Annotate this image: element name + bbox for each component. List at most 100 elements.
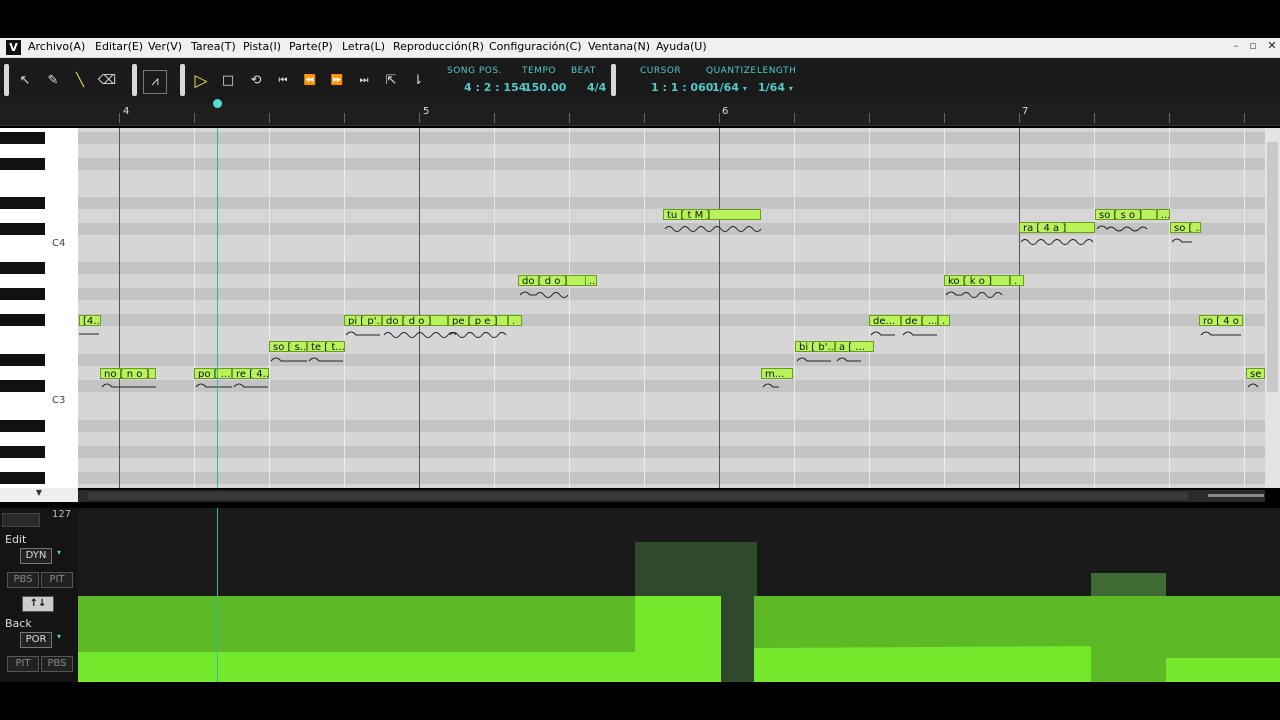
zoom-slider[interactable] bbox=[1208, 494, 1264, 497]
vibrato-line bbox=[1096, 225, 1148, 232]
vibrato-tool-icon[interactable]: ⩘ bbox=[143, 70, 167, 94]
length-label: LENGTH bbox=[757, 66, 797, 76]
eraser-tool-icon[interactable]: ⌫ bbox=[96, 70, 118, 92]
ruler-tick bbox=[569, 113, 570, 123]
black-key[interactable] bbox=[0, 262, 45, 274]
scrollbar-thumb[interactable] bbox=[1267, 142, 1278, 392]
rewind-icon[interactable]: ⏪ bbox=[299, 70, 321, 92]
menu-pista[interactable]: Pista(I) bbox=[243, 40, 281, 53]
go-to-start-icon[interactable]: ⏮ bbox=[272, 70, 294, 92]
back-pit-button[interactable]: PIT bbox=[7, 656, 39, 672]
black-key[interactable] bbox=[0, 158, 45, 170]
vibrato-line bbox=[383, 332, 457, 338]
vertical-scrollbar[interactable] bbox=[1265, 128, 1280, 488]
beat-value[interactable]: 4/4 bbox=[587, 81, 606, 94]
playhead-line bbox=[217, 508, 218, 682]
menu-parte[interactable]: Parte(P) bbox=[289, 40, 333, 53]
menu-ver[interactable]: Ver(V) bbox=[148, 40, 182, 53]
ruler-tick bbox=[119, 113, 120, 123]
black-key[interactable] bbox=[0, 132, 45, 144]
restore-icon[interactable]: ▫ bbox=[1245, 39, 1261, 52]
ruler-tick bbox=[1244, 113, 1245, 123]
tempo-value[interactable]: 150.00 bbox=[524, 81, 566, 94]
menu-letra[interactable]: Letra(L) bbox=[342, 40, 385, 53]
back-param-select[interactable]: POR bbox=[20, 632, 52, 648]
length-select[interactable]: 1/64 ▾ bbox=[758, 81, 793, 94]
vibrato-line bbox=[270, 357, 307, 362]
chevron-down-icon[interactable]: ▾ bbox=[57, 632, 61, 641]
menu-ayuda[interactable]: Ayuda(U) bbox=[656, 40, 707, 53]
line-tool-icon[interactable]: ╲ bbox=[69, 70, 91, 92]
horizontal-scrollbar[interactable] bbox=[78, 490, 1265, 502]
key-label-c3: C3 bbox=[52, 395, 66, 406]
edit-param-select[interactable]: DYN bbox=[20, 548, 52, 564]
keyboard-scroll-chevron-down-icon[interactable]: ▼ bbox=[0, 488, 78, 502]
menu-tarea[interactable]: Tarea(T) bbox=[191, 40, 236, 53]
vibrato-line bbox=[449, 332, 507, 338]
punch-icon[interactable]: ⇂ bbox=[407, 70, 429, 92]
bar-number: 7 bbox=[1022, 106, 1029, 117]
key-label-c4: C4 bbox=[52, 238, 66, 249]
black-key[interactable] bbox=[0, 446, 45, 458]
back-pbs-button[interactable]: PBS bbox=[41, 656, 73, 672]
vibrato-line bbox=[762, 383, 779, 388]
quantize-select[interactable]: 1/64 ▾ bbox=[712, 81, 747, 94]
playhead-handle[interactable] bbox=[213, 99, 222, 108]
toolbar-separator bbox=[180, 64, 185, 96]
stop-icon[interactable]: □ bbox=[217, 70, 239, 92]
black-key[interactable] bbox=[0, 288, 45, 300]
black-key[interactable] bbox=[0, 314, 45, 326]
scrollbar-thumb[interactable] bbox=[88, 492, 1188, 500]
bar-number: 4 bbox=[123, 106, 130, 117]
menu-archivo[interactable]: Archivo(A) bbox=[28, 40, 85, 53]
black-key[interactable] bbox=[0, 380, 45, 392]
piano-keyboard[interactable]: C4 C3 bbox=[0, 128, 78, 488]
ruler-tick bbox=[794, 113, 795, 123]
loop-icon[interactable]: ⟲ bbox=[245, 70, 267, 92]
auto-scroll-icon[interactable]: ⇱ bbox=[380, 70, 402, 92]
vibrato-line bbox=[1171, 238, 1192, 243]
play-icon[interactable]: ▷ bbox=[190, 70, 212, 92]
chevron-down-icon[interactable]: ▾ bbox=[57, 548, 61, 557]
ruler-tick bbox=[269, 113, 270, 123]
beat-label: BEAT bbox=[571, 66, 596, 76]
edit-pbs-button[interactable]: PBS bbox=[7, 572, 39, 588]
tempo-label: TEMPO bbox=[522, 66, 556, 76]
black-key[interactable] bbox=[0, 354, 45, 366]
pencil-tool-icon[interactable]: ✎ bbox=[42, 70, 64, 92]
control-curve-area[interactable] bbox=[78, 508, 1280, 682]
edit-pit-button[interactable]: PIT bbox=[41, 572, 73, 588]
vibrato-line bbox=[1247, 383, 1259, 388]
black-key[interactable] bbox=[0, 420, 45, 432]
vibrato-line bbox=[345, 331, 380, 336]
vibrato-line bbox=[1020, 239, 1094, 245]
piano-roll[interactable]: [4... no [ n o ] po [ ... re [ 4... so [… bbox=[78, 128, 1265, 488]
app-icon[interactable]: V bbox=[6, 40, 21, 55]
black-key[interactable] bbox=[0, 223, 45, 235]
vibrato-line bbox=[902, 331, 937, 336]
ruler-tick bbox=[419, 113, 420, 123]
vibrato-line bbox=[1200, 331, 1241, 336]
edit-param-value: DYN bbox=[25, 550, 47, 561]
vibrato-line bbox=[195, 383, 232, 388]
menu-ventana[interactable]: Ventana(N) bbox=[588, 40, 650, 53]
minimize-icon[interactable]: – bbox=[1228, 39, 1244, 52]
menu-reproduccion[interactable]: Reproducción(R) bbox=[393, 40, 484, 53]
arrow-tool-icon[interactable]: ↖ bbox=[14, 70, 36, 92]
vibrato-line bbox=[101, 383, 156, 388]
menu-bar: V Archivo(A) Editar(E) Ver(V) Tarea(T) P… bbox=[0, 38, 1280, 58]
close-icon[interactable]: ✕ bbox=[1264, 39, 1280, 52]
toolbar-separator bbox=[611, 64, 616, 96]
menu-editar[interactable]: Editar(E) bbox=[95, 40, 143, 53]
vibrato-line bbox=[664, 226, 762, 232]
swap-icon[interactable]: ↑↓ bbox=[22, 596, 54, 612]
ruler-tick bbox=[1094, 113, 1095, 123]
timeline-ruler[interactable] bbox=[0, 103, 1280, 126]
fast-forward-icon[interactable]: ⏩ bbox=[326, 70, 348, 92]
menu-configuracion[interactable]: Configuración(C) bbox=[489, 40, 582, 53]
chevron-down-icon: ▾ bbox=[742, 84, 747, 93]
black-key[interactable] bbox=[0, 472, 45, 484]
go-to-end-icon[interactable]: ⏭ bbox=[353, 70, 375, 92]
black-key[interactable] bbox=[0, 197, 45, 209]
song-pos-label: SONG POS. bbox=[447, 66, 502, 76]
